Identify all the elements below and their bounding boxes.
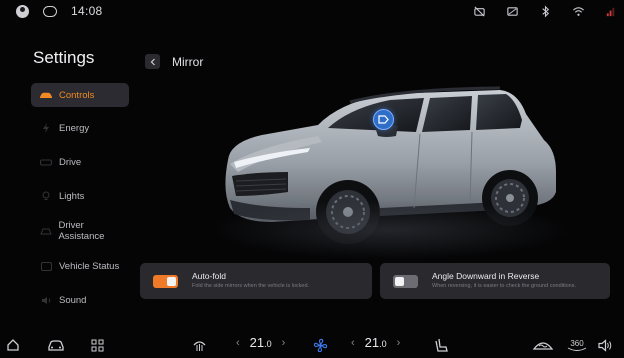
passenger-seat-button[interactable] <box>432 336 450 354</box>
left-temperature-control: ‹ 21.0 › <box>236 335 285 350</box>
energy-icon <box>39 123 53 133</box>
right-temp-decrease-button[interactable]: ‹ <box>351 337 355 349</box>
sidebar-item-label: Vehicle Status <box>59 260 120 272</box>
fan-icon <box>313 338 327 352</box>
fan-button[interactable] <box>311 336 329 354</box>
right-temp-increase-button[interactable]: › <box>397 337 401 349</box>
sidebar-item-label: Sound <box>59 294 87 306</box>
seat-icon <box>434 338 448 352</box>
bluetooth-icon <box>539 5 552 18</box>
right-temperature-control: ‹ 21.0 › <box>351 335 400 350</box>
sidebar-item-sound[interactable]: Sound <box>31 288 129 312</box>
sidebar-item-label: Energy <box>59 122 90 134</box>
screen-icon <box>506 5 519 18</box>
bottom-dock: ‹ 21.0 › ‹ 21.0 › 360 <box>0 333 624 358</box>
sidebar-title: Settings <box>33 48 95 67</box>
wifi-icon <box>572 5 585 18</box>
angle-downward-card: Angle Downward in Reverse When reversing… <box>380 263 610 299</box>
defrost-button[interactable] <box>530 336 556 354</box>
auto-fold-toggle[interactable] <box>153 275 178 288</box>
angle-downward-description: When reversing, it is easier to check th… <box>432 283 576 289</box>
back-button[interactable] <box>145 54 160 69</box>
camera-360-label: 360 <box>570 339 584 348</box>
drive-icon <box>39 158 53 167</box>
sidebar-item-label: Driver Assistance <box>58 220 105 242</box>
left-temp-increase-button[interactable]: › <box>282 337 286 349</box>
right-temp-value: 21.0 <box>364 335 387 350</box>
sidebar-item-label: Drive <box>59 156 82 168</box>
message-icon[interactable] <box>43 5 57 17</box>
chevron-left-icon <box>150 58 155 65</box>
volume-button[interactable] <box>596 336 614 354</box>
defrost-icon <box>532 342 554 350</box>
sidebar-item-drive[interactable]: Drive <box>31 150 129 174</box>
camera-360-button[interactable]: 360 <box>566 336 588 354</box>
mirror-settings-screen: 14:08 Settings Controls Energy Drive Lig… <box>0 0 624 358</box>
home-button[interactable] <box>4 336 22 354</box>
sidebar-item-energy[interactable]: Energy <box>31 116 129 140</box>
light-icon <box>39 191 53 201</box>
car-icon <box>48 339 64 351</box>
sidebar-item-label: Controls <box>59 89 95 101</box>
auto-fold-card: Auto-fold Fold the side mirrors when the… <box>140 263 372 299</box>
driver-assistance-icon <box>39 227 52 236</box>
status-bar: 14:08 <box>0 0 624 26</box>
mirror-icon <box>378 115 389 124</box>
sound-icon <box>39 296 53 305</box>
home-icon <box>7 339 19 351</box>
angle-downward-title: Angle Downward in Reverse <box>432 271 540 281</box>
auto-fold-description: Fold the side mirrors when the vehicle i… <box>192 283 310 289</box>
apps-grid-icon <box>91 339 103 351</box>
car-controls-icon <box>39 91 53 100</box>
seat-heat-button[interactable] <box>190 336 208 354</box>
sidebar-item-controls[interactable]: Controls <box>31 83 129 107</box>
sidebar-item-lights[interactable]: Lights <box>31 184 129 208</box>
avatar-icon[interactable] <box>16 4 29 18</box>
volume-icon <box>597 338 611 352</box>
vehicle-status-icon <box>39 261 53 271</box>
settings-sidebar: Settings Controls Energy Drive Lights Dr… <box>0 40 140 320</box>
camera-360-icon: 360 <box>567 339 587 351</box>
clock: 14:08 <box>71 4 103 18</box>
signal-icon <box>605 5 618 18</box>
sidebar-item-label: Lights <box>59 190 85 202</box>
sidebar-item-driver-assistance[interactable]: Driver Assistance <box>31 219 129 243</box>
angle-downward-toggle[interactable] <box>393 275 418 288</box>
apps-button[interactable] <box>88 336 106 354</box>
mirror-hotspot-button[interactable] <box>373 109 394 130</box>
sidebar-item-vehicle-status[interactable]: Vehicle Status <box>31 254 129 278</box>
left-temp-value: 21.0 <box>249 335 272 350</box>
vehicle-button[interactable] <box>45 336 67 354</box>
auto-fold-title: Auto-fold <box>192 271 227 281</box>
heat-icon <box>193 340 205 351</box>
camera-off-icon <box>473 5 486 18</box>
page-title: Mirror <box>172 55 204 69</box>
left-temp-decrease-button[interactable]: ‹ <box>236 337 240 349</box>
